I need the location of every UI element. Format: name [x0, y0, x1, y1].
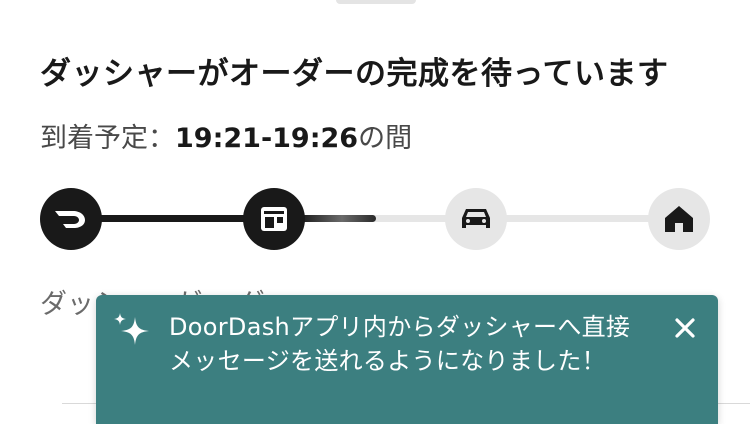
progress-track-in-progress: [300, 215, 376, 222]
step-store: [243, 188, 305, 250]
step-delivery: [445, 188, 507, 250]
eta-label: 到着予定：: [40, 123, 175, 154]
car-icon: [462, 209, 490, 228]
sheet-drag-handle[interactable]: [336, 0, 416, 4]
order-status-title: ダッシャーがオーダーの完成を待っています: [40, 56, 669, 92]
order-status-sheet: ダッシャーがオーダーの完成を待っています 到着予定：19:21-19:26の間: [0, 0, 750, 424]
store-icon: [261, 207, 287, 231]
step-ordered: [40, 188, 102, 250]
messaging-feature-toast: DoorDashアプリ内からダッシャーへ直接メッセージを送れるようになりました！: [96, 295, 718, 424]
eta-time: 19:21-19:26: [175, 123, 359, 154]
sparkle-icon: [114, 313, 149, 345]
doordash-logo-icon: [55, 211, 85, 228]
home-icon: [665, 206, 693, 232]
eta-row: 到着予定：19:21-19:26の間: [40, 116, 412, 155]
close-icon: [675, 318, 695, 338]
toast-message: DoorDashアプリ内からダッシャーへ直接メッセージを送れるようになりました！: [169, 313, 631, 375]
eta-suffix: の間: [358, 123, 413, 154]
toast-close-button[interactable]: [670, 313, 700, 343]
progress-tracker: [40, 188, 710, 250]
step-home: [648, 188, 710, 250]
